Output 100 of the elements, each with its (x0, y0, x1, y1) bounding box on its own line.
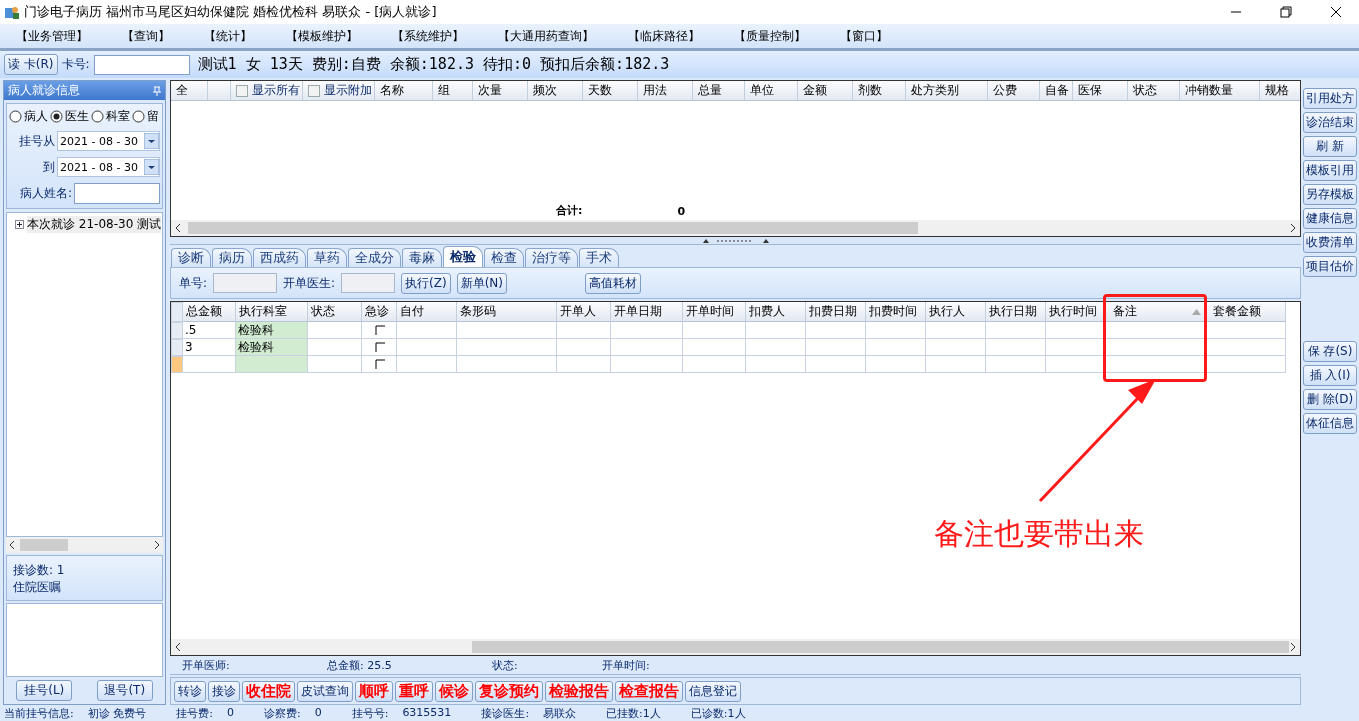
read-card-button[interactable]: 读 卡(R) (4, 54, 58, 75)
column-header[interactable]: 组 (433, 81, 473, 101)
tab[interactable]: 草药 (307, 248, 347, 267)
column-header[interactable]: 显示附加 (303, 81, 375, 101)
side-button[interactable]: 模板引用 (1303, 160, 1357, 181)
scroll-right-icon[interactable] (1289, 223, 1297, 233)
menu-item[interactable]: 【质量控制】 (734, 27, 806, 45)
horizontal-scrollbar[interactable] (171, 639, 1300, 655)
column-header[interactable]: 自付 (397, 302, 457, 322)
side-button[interactable]: 另存模板 (1303, 184, 1357, 205)
pin-icon[interactable] (153, 85, 161, 96)
radio-button[interactable] (91, 110, 104, 123)
dropdown-icon[interactable] (144, 133, 159, 149)
column-header[interactable]: 显示所有 (231, 81, 303, 101)
tab[interactable]: 全成分 (348, 248, 401, 267)
column-header[interactable]: 冲销数量 (1180, 81, 1260, 101)
tab[interactable]: 西成药 (253, 248, 306, 267)
column-header[interactable]: 备注 (1106, 302, 1206, 322)
checkbox[interactable] (375, 342, 385, 352)
column-header[interactable]: 天数 (583, 81, 638, 101)
scroll-left-icon[interactable] (174, 223, 182, 233)
action-button[interactable]: 皮试查询 (297, 680, 353, 702)
action-button[interactable]: 接诊 (208, 680, 240, 702)
menu-item[interactable]: 【业务管理】 (16, 27, 88, 45)
name-field[interactable] (74, 183, 160, 204)
corner-cell[interactable] (171, 302, 183, 322)
column-header[interactable]: 执行科室 (236, 302, 308, 322)
radio-button[interactable] (50, 110, 63, 123)
radio-button[interactable] (132, 110, 145, 123)
menu-item[interactable]: 【窗口】 (840, 27, 888, 45)
menu-item[interactable]: 【临床路径】 (628, 27, 700, 45)
checkbox[interactable] (375, 359, 385, 369)
horizontal-scrollbar[interactable] (171, 220, 1300, 236)
column-header[interactable]: 全 (171, 81, 208, 101)
menu-item[interactable]: 【系统维护】 (392, 27, 464, 45)
side-button[interactable]: 删 除(D) (1303, 389, 1357, 410)
order-button[interactable]: 高值耗材 (585, 272, 642, 294)
date-field[interactable]: 2021 - 08 - 30 (57, 131, 160, 151)
splitter-grip-icon[interactable] (700, 237, 771, 244)
dropdown-icon[interactable] (144, 159, 159, 175)
column-header[interactable]: 执行日期 (986, 302, 1046, 322)
column-header[interactable]: 条形码 (457, 302, 557, 322)
column-header[interactable]: 状态 (1128, 81, 1180, 101)
tab[interactable]: 治疗等 (525, 248, 578, 267)
column-header[interactable]: 单位 (745, 81, 798, 101)
column-header[interactable]: 总量 (693, 81, 745, 101)
scroll-left-icon[interactable] (8, 540, 16, 550)
column-header[interactable]: 自备 (1040, 81, 1073, 101)
column-header[interactable]: 扣费人 (746, 302, 806, 322)
column-header[interactable]: 开单时间 (683, 302, 746, 322)
column-header[interactable]: 状态 (308, 302, 362, 322)
column-header[interactable]: 开单人 (557, 302, 611, 322)
menu-item[interactable]: 【统计】 (204, 27, 252, 45)
column-header[interactable]: 开单日期 (611, 302, 683, 322)
register-button[interactable]: 挂号(L) (16, 680, 73, 701)
tab[interactable]: 手术 (579, 248, 619, 267)
order-list[interactable] (6, 603, 163, 677)
column-header[interactable]: 扣费日期 (806, 302, 866, 322)
checkbox[interactable] (375, 325, 385, 335)
horizontal-scrollbar[interactable] (6, 537, 163, 553)
checkbox[interactable] (308, 84, 320, 97)
column-header[interactable]: 公费 (988, 81, 1040, 101)
column-header[interactable]: 执行人 (926, 302, 986, 322)
column-header[interactable]: 用法 (638, 81, 693, 101)
side-button[interactable]: 刷 新 (1303, 136, 1357, 157)
side-button[interactable]: 诊治结束 (1303, 112, 1357, 133)
tab[interactable]: 检查 (484, 248, 524, 267)
order-button[interactable]: 新单(N) (456, 272, 508, 294)
tree-item[interactable]: 本次就诊 21-08-30 测试 (27, 216, 162, 233)
side-button[interactable]: 保 存(S) (1303, 341, 1357, 362)
tab[interactable]: 毒麻 (402, 248, 442, 267)
scroll-right-icon[interactable] (153, 540, 161, 550)
column-header[interactable]: 名称 (375, 81, 433, 101)
side-button[interactable]: 插 入(I) (1303, 365, 1357, 386)
doctor-field[interactable] (341, 273, 396, 293)
column-header[interactable]: 医保 (1073, 81, 1128, 101)
tab[interactable]: 病历 (212, 248, 252, 267)
card-number-field[interactable] (93, 54, 190, 75)
order-button[interactable]: 执行(Z) (401, 272, 451, 294)
tab[interactable]: 诊断 (171, 248, 211, 267)
column-header[interactable]: 频次 (528, 81, 583, 101)
menu-item[interactable]: 【大通用药查询】 (498, 27, 594, 45)
side-button[interactable]: 收费清单 (1303, 232, 1357, 253)
radio-button[interactable] (9, 110, 22, 123)
side-button[interactable]: 健康信息 (1303, 208, 1357, 229)
column-header[interactable]: 扣费时间 (866, 302, 926, 322)
column-header[interactable]: 剂数 (853, 81, 906, 101)
side-button[interactable]: 体征信息 (1303, 413, 1357, 434)
checkbox[interactable] (236, 84, 248, 97)
column-header[interactable]: 总金额 (183, 302, 236, 322)
action-button[interactable]: 转诊 (174, 680, 206, 702)
tab[interactable]: 检验 (443, 246, 483, 267)
scroll-left-icon[interactable] (174, 642, 182, 652)
date-field[interactable]: 2021 - 08 - 30 (57, 157, 160, 177)
scroll-right-icon[interactable] (1289, 642, 1297, 652)
menu-item[interactable]: 【查询】 (122, 27, 170, 45)
column-header[interactable]: 次量 (473, 81, 528, 101)
column-header[interactable]: 套餐金额 (1206, 302, 1286, 322)
side-button[interactable]: 引用处方 (1303, 88, 1357, 109)
expand-icon[interactable] (15, 220, 24, 229)
